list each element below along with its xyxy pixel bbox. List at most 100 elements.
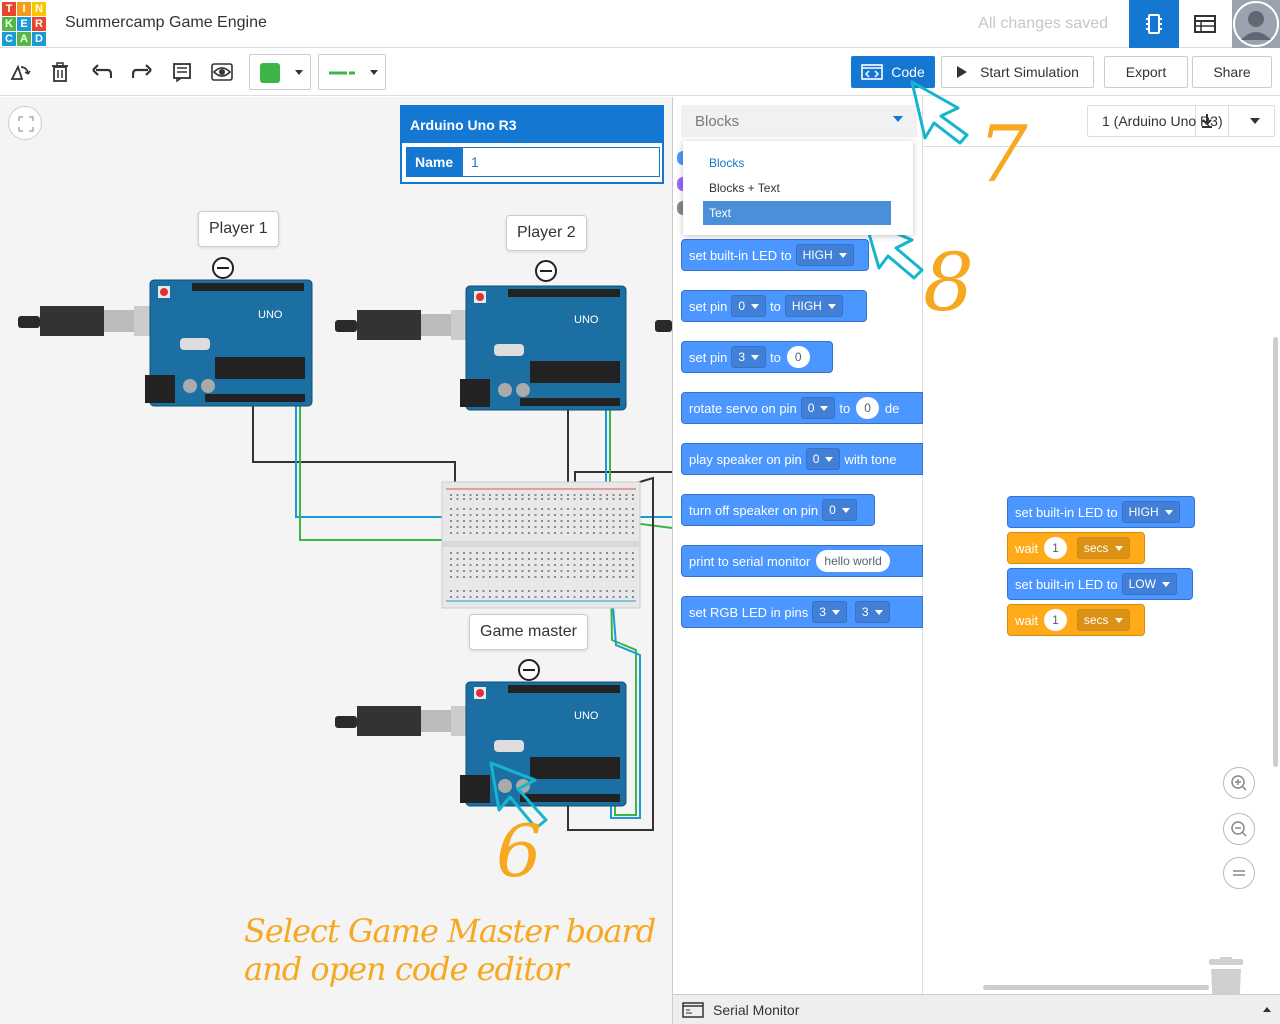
- script-wait-1[interactable]: wait 1 secs: [1007, 532, 1145, 564]
- device-select[interactable]: 1 (Arduino Uno R3): [1087, 105, 1275, 137]
- step-6-annotation: 6: [496, 809, 542, 893]
- block-text: set pin: [689, 298, 728, 314]
- script-set-builtin-led-low[interactable]: set built-in LED to LOW: [1007, 568, 1193, 600]
- zoom-in-button[interactable]: [1223, 767, 1255, 799]
- component-list-button[interactable]: [1180, 0, 1230, 48]
- block-dropdown[interactable]: secs: [1076, 609, 1130, 631]
- block-input[interactable]: 0: [786, 346, 810, 368]
- user-icon: [1233, 1, 1279, 47]
- toolbar: Code Start Simulation Export Share: [0, 48, 1280, 96]
- zoom-out-button[interactable]: [1223, 813, 1255, 845]
- instruction-annotation: Select Game Master board and open code e…: [244, 912, 656, 988]
- wire-type-picker[interactable]: [318, 54, 386, 90]
- blocks-palette: Blocks Blocks Blocks + Text Text set bui…: [673, 97, 923, 994]
- mode-option-text[interactable]: Text: [703, 201, 891, 225]
- arduino-board-game-master: UNO: [335, 681, 627, 807]
- editor-mode-value: Blocks: [695, 112, 740, 130]
- block-dropdown[interactable]: HIGH: [1121, 501, 1180, 523]
- step-8-annotation: 8: [923, 236, 974, 329]
- block-print-serial[interactable]: print to serial monitor hello world: [681, 545, 923, 577]
- block-input[interactable]: hello world: [816, 550, 890, 572]
- redo-icon[interactable]: [130, 60, 154, 84]
- reset-zoom-button[interactable]: [1223, 857, 1255, 889]
- color-swatch: [260, 63, 280, 83]
- script-set-builtin-led-high[interactable]: set built-in LED to HIGH: [1007, 496, 1195, 528]
- delete-icon[interactable]: [48, 60, 72, 84]
- zoom-in-icon: [1231, 775, 1247, 791]
- block-dropdown[interactable]: secs: [1076, 537, 1130, 559]
- block-text: to: [839, 400, 851, 416]
- logo-letter: C: [2, 32, 16, 46]
- undo-icon[interactable]: [90, 60, 114, 84]
- list-icon: [1194, 15, 1216, 33]
- mode-option-blocks-text[interactable]: Blocks + Text: [703, 176, 891, 200]
- block-text: turn off speaker on pin: [689, 502, 819, 518]
- serial-monitor-icon: [682, 1002, 704, 1018]
- notes-icon[interactable]: [170, 60, 194, 84]
- block-set-builtin-led[interactable]: set built-in LED to HIGH: [681, 239, 869, 271]
- block-play-speaker[interactable]: play speaker on pin 0 with tone: [681, 443, 923, 475]
- block-dropdown[interactable]: 0: [805, 448, 841, 470]
- component-inspector: Arduino Uno R3 Name 1: [400, 105, 664, 184]
- player-2-label: Player 2: [506, 215, 587, 251]
- block-text: set built-in LED to: [1015, 504, 1118, 520]
- block-input[interactable]: 1: [1044, 537, 1067, 559]
- block-text: play speaker on pin: [689, 451, 802, 467]
- block-input[interactable]: 0: [856, 397, 879, 419]
- rotate-icon[interactable]: [8, 60, 32, 84]
- serial-monitor-bar[interactable]: Serial Monitor: [673, 994, 1280, 1024]
- circuit-view-button[interactable]: [1129, 0, 1179, 48]
- mode-option-blocks[interactable]: Blocks: [703, 151, 891, 175]
- wire-icon: [329, 71, 355, 75]
- player-1-label: Player 1: [198, 211, 279, 247]
- block-dropdown[interactable]: 3: [812, 601, 847, 623]
- start-simulation-button[interactable]: Start Simulation: [941, 56, 1094, 88]
- block-turn-off-speaker[interactable]: turn off speaker on pin 0: [681, 494, 875, 526]
- block-rotate-servo[interactable]: rotate servo on pin 0 to 0 de: [681, 392, 923, 424]
- block-text: wait: [1015, 612, 1039, 628]
- export-button[interactable]: Export: [1104, 56, 1188, 88]
- board-uno-text: UNO: [574, 710, 599, 722]
- workspace-scrollbar-v[interactable]: [1273, 337, 1278, 767]
- block-set-pin-digital[interactable]: set pin 0 to HIGH: [681, 290, 867, 322]
- user-avatar[interactable]: [1232, 0, 1280, 48]
- workspace-scrollbar-h[interactable]: [983, 985, 1209, 990]
- arduino-board-player-2: UNO: [335, 285, 627, 411]
- inspector-name-row: Name 1: [406, 147, 660, 177]
- serial-monitor-label: Serial Monitor: [713, 1001, 800, 1018]
- block-text: set built-in LED to: [1015, 576, 1118, 592]
- board-uno-text: UNO: [258, 309, 283, 321]
- code-button[interactable]: Code: [851, 56, 935, 88]
- block-dropdown[interactable]: HIGH: [795, 244, 854, 266]
- play-icon: [957, 66, 968, 78]
- block-dropdown[interactable]: 0: [800, 397, 836, 419]
- circuit-icon: [1146, 14, 1162, 34]
- circuit-canvas[interactable]: UNO UNO UNO Player 1 Player 2 Game maste…: [0, 97, 672, 1024]
- block-set-pin-analog[interactable]: set pin 3 to 0: [681, 341, 833, 373]
- equals-icon: [1233, 870, 1245, 876]
- save-status: All changes saved: [978, 15, 1108, 32]
- block-dropdown[interactable]: LOW: [1121, 573, 1177, 595]
- design-title[interactable]: Summercamp Game Engine: [65, 14, 267, 32]
- block-dropdown[interactable]: 3: [731, 346, 766, 368]
- share-label: Share: [1213, 64, 1251, 80]
- code-workspace[interactable]: set built-in LED to HIGH wait 1 secs set…: [923, 147, 1280, 1011]
- logo-letter: I: [17, 2, 31, 16]
- share-button[interactable]: Share: [1192, 56, 1272, 88]
- visibility-icon[interactable]: [210, 60, 234, 84]
- export-label: Export: [1125, 64, 1167, 80]
- name-field[interactable]: 1: [463, 148, 659, 176]
- block-dropdown[interactable]: 0: [731, 295, 766, 317]
- step-7-annotation: 7: [978, 110, 1028, 200]
- block-set-rgb-led[interactable]: set RGB LED in pins 3 3: [681, 596, 923, 628]
- editor-mode-select[interactable]: Blocks: [681, 105, 917, 137]
- block-input[interactable]: 1: [1044, 609, 1067, 631]
- script-wait-2[interactable]: wait 1 secs: [1007, 604, 1145, 636]
- color-picker[interactable]: [249, 54, 311, 90]
- block-dropdown[interactable]: HIGH: [784, 295, 843, 317]
- logo-letter: N: [32, 2, 46, 16]
- block-dropdown[interactable]: 3: [854, 601, 890, 623]
- tinkercad-logo[interactable]: T I N K E R C A D: [2, 2, 46, 46]
- block-dropdown[interactable]: 0: [822, 499, 857, 521]
- device-select-value: 1 (Arduino Uno R3): [1102, 113, 1223, 129]
